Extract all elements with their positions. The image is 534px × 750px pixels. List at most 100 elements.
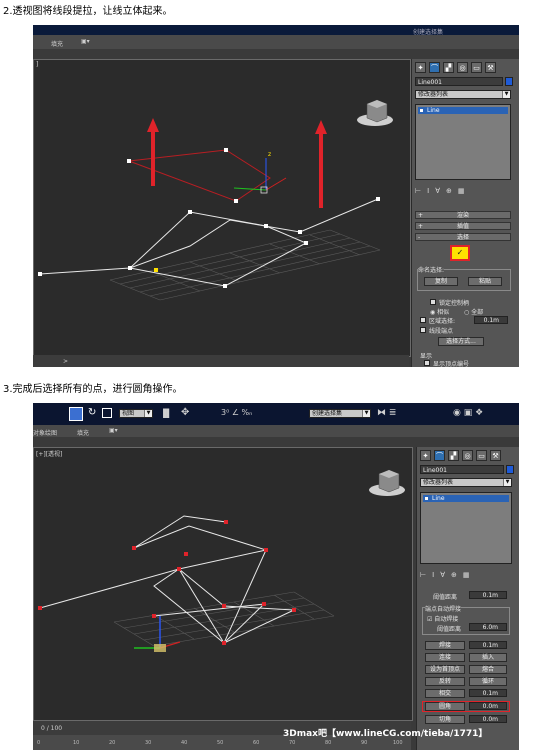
unique-icon[interactable]: ∀	[440, 571, 445, 579]
show-vertex-numbers-label: 显示顶点编号	[433, 361, 470, 367]
create-tab-icon[interactable]: ✦	[420, 450, 431, 461]
show-end-icon[interactable]: Ⅰ	[432, 571, 434, 579]
rotate-icon[interactable]: ↻	[88, 407, 96, 418]
stack-item-icon	[420, 109, 423, 112]
timeline-strip[interactable]: >	[33, 355, 409, 367]
cycle-button[interactable]: 循环	[469, 677, 507, 686]
modifier-list-dropdown[interactable]: 修改器列表 ▼	[415, 90, 511, 99]
ribbon-fill-tab[interactable]: 填充	[51, 39, 63, 48]
scale-icon[interactable]	[102, 408, 112, 418]
configure-icon[interactable]: ▦	[458, 187, 465, 195]
ribbon-menu-icon[interactable]: ▣▾	[81, 38, 90, 45]
object-name-field[interactable]: Line001	[415, 77, 503, 86]
select-object-icon[interactable]	[69, 407, 83, 421]
svg-text:z: z	[268, 151, 271, 158]
create-tab-icon[interactable]: ✦	[415, 62, 426, 73]
fuse-button[interactable]: 熔合	[469, 665, 507, 674]
weld-button[interactable]: 焊接	[425, 641, 465, 650]
perspective-viewport[interactable]: ] z	[33, 59, 411, 357]
insert-button[interactable]: 插入	[469, 653, 507, 662]
unique-icon[interactable]: ∀	[435, 187, 440, 195]
vertex-mode-button[interactable]: ✓	[450, 245, 470, 261]
copy-button[interactable]: 复制	[424, 277, 458, 286]
spline-white	[39, 515, 268, 609]
selected-vertex	[154, 268, 158, 272]
display-tab-icon[interactable]: ▭	[471, 62, 482, 73]
modifier-stack[interactable]: Line	[415, 104, 511, 180]
ruler-tick: 40	[181, 740, 188, 746]
rollout-label: 插值	[456, 223, 469, 230]
object-color-swatch[interactable]	[506, 465, 514, 474]
modifier-stack[interactable]: Line	[420, 492, 512, 564]
segment-end-checkbox[interactable]	[420, 327, 426, 333]
ruler-tick: 30	[145, 740, 152, 746]
rollout-interpolation[interactable]: + 插值	[415, 222, 511, 230]
reference-coord-dropdown[interactable]: 视图 ▼	[119, 409, 153, 418]
view-cube	[357, 99, 393, 126]
crossinsert-button[interactable]: 相交	[425, 689, 465, 698]
screenshot-1: 创建选择集 填充 ▣▾ ] z ✦ ⌒ ▞ ◎ ▭ ⚒ Line001 修改器列…	[33, 25, 519, 367]
move-icon[interactable]: ✥	[181, 407, 189, 418]
perspective-viewport[interactable]: [+][透视]	[33, 447, 413, 721]
area-selection-checkbox[interactable]	[420, 317, 426, 323]
stack-item-line[interactable]: Line	[418, 107, 508, 114]
display-label: 显示	[420, 353, 433, 360]
motion-tab-icon[interactable]: ◎	[457, 62, 468, 73]
configure-icon[interactable]: ▦	[463, 571, 470, 579]
rollout-rendering[interactable]: + 渲染	[415, 211, 511, 219]
make-first-button[interactable]: 设为首顶点	[425, 665, 465, 674]
fillet-button[interactable]: 圆角	[425, 702, 465, 711]
motion-tab-icon[interactable]: ◎	[462, 450, 473, 461]
rollout-selection[interactable]: - 选择	[415, 233, 511, 241]
remove-modifier-icon[interactable]: ⊕	[451, 571, 457, 579]
connect-button[interactable]: 连接	[425, 653, 465, 662]
object-name-field[interactable]: Line001	[420, 465, 504, 474]
ribbon-menu-icon[interactable]: ▣▾	[109, 427, 118, 434]
show-end-icon[interactable]: Ⅰ	[427, 187, 429, 195]
modifier-list-dropdown[interactable]: 修改器列表 ▼	[420, 478, 512, 487]
stack-item-line[interactable]: Line	[423, 495, 509, 502]
stack-item-label: Line	[432, 495, 445, 502]
command-panel: ✦ ⌒ ▞ ◎ ▭ ⚒ Line001 修改器列表 ▼ Line ⊢ Ⅰ ∀ ⊕…	[411, 59, 519, 367]
crossinsert-spinner[interactable]: 0.1m	[469, 689, 507, 697]
ground-grid	[109, 229, 381, 301]
threshold2-spinner[interactable]: 6.0m	[469, 623, 507, 631]
auto-weld-checkbox[interactable]: ☑ 自动焊接	[427, 614, 458, 623]
pin-stack-icon[interactable]: ⊢	[420, 571, 426, 579]
transform-gizmo	[134, 616, 181, 652]
mirror-icon[interactable]: ⧓ ≣	[377, 408, 396, 418]
utilities-tab-icon[interactable]: ⚒	[485, 62, 496, 73]
display-tab-icon[interactable]: ▭	[476, 450, 487, 461]
paste-button[interactable]: 粘贴	[468, 277, 502, 286]
similar-radio[interactable]: ◉ 相似	[430, 307, 449, 316]
show-vertex-numbers-checkbox[interactable]	[424, 360, 430, 366]
utilities-tab-icon[interactable]: ⚒	[490, 450, 501, 461]
area-selection-spinner[interactable]: 0.1m	[474, 316, 508, 324]
fillet-spinner[interactable]: 0.0m	[469, 702, 507, 710]
object-color-swatch[interactable]	[505, 77, 513, 86]
ribbon-object-paint-tab[interactable]: 对象绘图	[33, 428, 57, 437]
chamfer-button[interactable]: 切角	[425, 715, 465, 724]
ribbon-fill-tab[interactable]: 填充	[77, 428, 89, 437]
lock-handles-checkbox[interactable]	[430, 299, 436, 305]
pin-stack-icon[interactable]: ⊢	[415, 187, 421, 195]
pivot-icon[interactable]: ▐▌	[160, 409, 172, 418]
all-radio[interactable]: ○ 全部	[464, 307, 483, 316]
named-selection-dropdown[interactable]: 创建选择集 ▼	[309, 409, 371, 418]
hierarchy-tab-icon[interactable]: ▞	[443, 62, 454, 73]
render-icons[interactable]: ◉ ▣ ❖	[453, 408, 483, 418]
remove-modifier-icon[interactable]: ⊕	[446, 187, 452, 195]
hierarchy-tab-icon[interactable]: ▞	[448, 450, 459, 461]
auto-weld-label: 自动焊接	[434, 616, 459, 623]
spline-white-2	[153, 549, 295, 645]
time-slider-arrow-icon[interactable]: >	[63, 358, 68, 365]
threshold-spinner[interactable]: 0.1m	[469, 591, 507, 599]
chamfer-spinner[interactable]: 0.0m	[469, 715, 507, 723]
snap-icon[interactable]: 3⁰ ∠ %ₙ	[221, 408, 252, 417]
weld-spinner[interactable]: 0.1m	[469, 641, 507, 649]
modify-tab-icon[interactable]: ⌒	[429, 62, 440, 73]
screenshot-2: ↻ 视图 ▼ ▐▌ ✥ 3⁰ ∠ %ₙ 创建选择集 ▼ ⧓ ≣ ◉ ▣ ❖ 对象…	[33, 403, 519, 750]
reverse-button[interactable]: 反转	[425, 677, 465, 686]
select-by-button[interactable]: 选择方式...	[438, 337, 484, 346]
modify-tab-icon[interactable]: ⌒	[434, 450, 445, 461]
